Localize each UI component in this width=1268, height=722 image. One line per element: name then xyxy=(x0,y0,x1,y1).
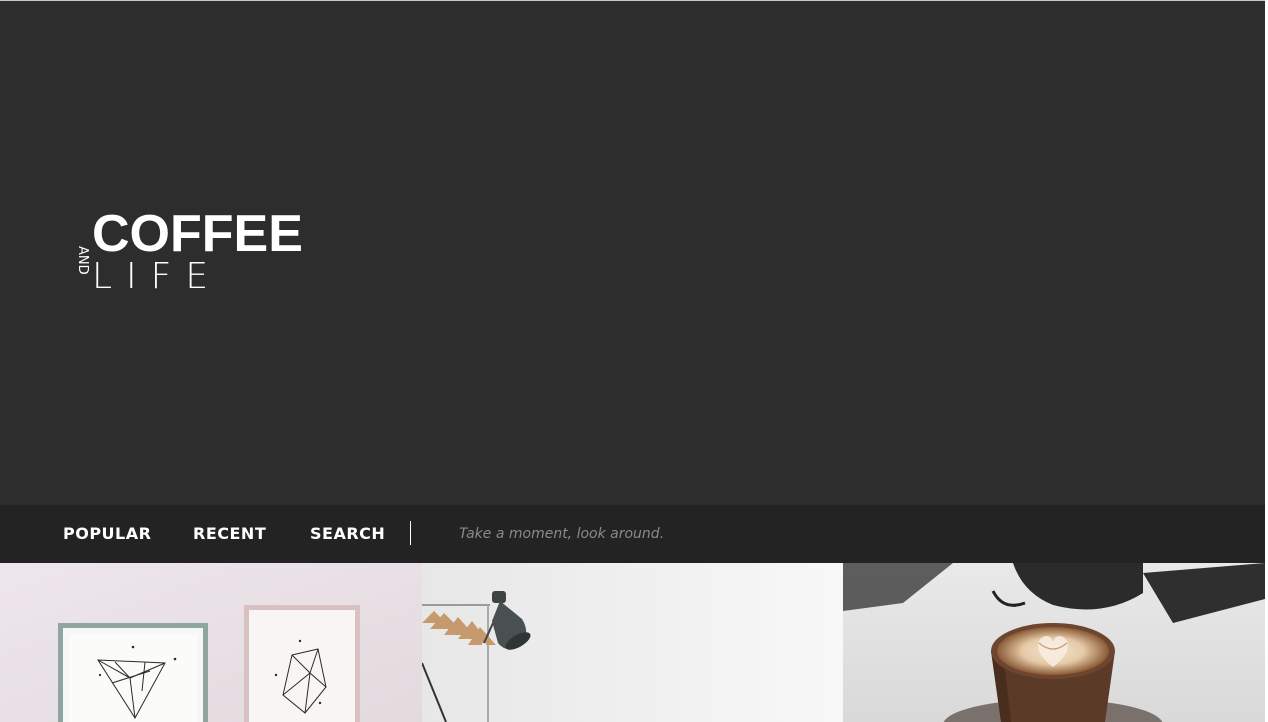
lamp-rack-image xyxy=(422,563,843,722)
nav-recent-link[interactable]: RECENT xyxy=(193,505,266,563)
gallery-tile-lamp-rack[interactable] xyxy=(422,563,843,722)
gallery-tile-latte[interactable] xyxy=(843,563,1265,722)
logo-title-line1: COFFEE xyxy=(92,205,303,263)
gallery-tile-art-prints[interactable] xyxy=(0,563,422,722)
nav-divider xyxy=(410,521,411,545)
hero-header: AND COFFEE LIFE xyxy=(0,1,1265,505)
search-input[interactable] xyxy=(440,519,879,549)
main-navigation: POPULAR RECENT SEARCH xyxy=(0,505,1265,563)
latte-image xyxy=(843,563,1265,722)
logo-connector-text: AND xyxy=(75,245,90,275)
site-logo[interactable]: AND COFFEE LIFE xyxy=(74,207,304,299)
nav-search-link[interactable]: SEARCH xyxy=(310,505,385,563)
nav-popular-link[interactable]: POPULAR xyxy=(63,505,151,563)
art-prints-image xyxy=(0,563,422,722)
logo-title-line2: LIFE xyxy=(92,256,223,297)
post-gallery xyxy=(0,563,1265,722)
page: AND COFFEE LIFE POPULAR RECENT SEARCH xyxy=(0,0,1268,722)
